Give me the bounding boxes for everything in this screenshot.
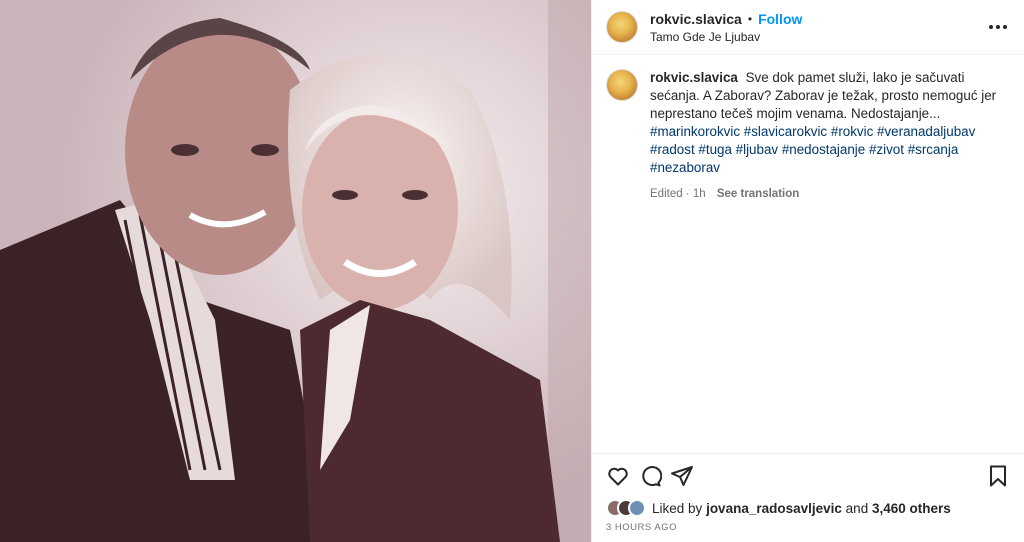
- hashtag[interactable]: #nezaborav: [650, 160, 720, 175]
- hashtag[interactable]: #zivot: [869, 142, 904, 157]
- author-username[interactable]: rokvic.slavica: [650, 11, 742, 27]
- hashtag[interactable]: #slavicarokvic: [744, 124, 827, 139]
- separator-dot: •: [747, 11, 753, 26]
- share-icon[interactable]: [666, 460, 698, 492]
- header-line: rokvic.slavica • Follow: [650, 11, 986, 27]
- header-info: rokvic.slavica • Follow Tamo Gde Je Ljub…: [650, 11, 986, 44]
- follow-button[interactable]: Follow: [758, 11, 802, 27]
- post-header: rokvic.slavica • Follow Tamo Gde Je Ljub…: [592, 0, 1024, 55]
- caption-text-block: rokvic.slavica Sve dok pamet služi, lako…: [650, 69, 1006, 203]
- photo-illustration: [0, 0, 591, 542]
- caption-meta: Edited · 1h See translation: [650, 185, 1006, 203]
- hashtag[interactable]: #tuga: [698, 142, 732, 157]
- hashtag[interactable]: #marinkorokvic: [650, 124, 740, 139]
- post-location[interactable]: Tamo Gde Je Ljubav: [650, 30, 986, 44]
- likes-summary: Liked by jovana_radosavljevic and 3,460 …: [606, 499, 951, 517]
- hashtag[interactable]: #veranadaljubav: [877, 124, 975, 139]
- liked-by-user[interactable]: jovana_radosavljevic: [706, 501, 842, 516]
- action-bar: [592, 453, 1024, 498]
- heart-icon[interactable]: [602, 460, 634, 492]
- see-translation-link[interactable]: See translation: [717, 188, 799, 200]
- caption-hashtags: #marinkorokvic #slavicarokvic #rokvic #v…: [650, 124, 975, 175]
- liked-by-others[interactable]: 3,460 others: [872, 501, 951, 516]
- author-avatar[interactable]: [606, 11, 638, 43]
- caption-username[interactable]: rokvic.slavica: [650, 70, 738, 85]
- liker-avatar: [628, 499, 646, 517]
- liked-by-prefix: Liked by: [652, 500, 703, 516]
- hashtag[interactable]: #rokvic: [831, 124, 873, 139]
- post-caption: rokvic.slavica Sve dok pamet služi, lako…: [592, 55, 1024, 203]
- caption-avatar[interactable]: [606, 69, 638, 101]
- comment-icon[interactable]: [634, 460, 666, 492]
- hashtag[interactable]: #nedostajanje: [782, 142, 865, 157]
- edited-time: Edited · 1h: [650, 188, 706, 200]
- liked-by-and: and: [845, 500, 869, 516]
- bookmark-icon[interactable]: [982, 460, 1014, 492]
- liker-avatars[interactable]: [606, 499, 646, 517]
- post-photo[interactable]: [0, 0, 591, 542]
- hashtag[interactable]: #radost: [650, 142, 695, 157]
- post-timestamp[interactable]: 3 HOURS AGO: [606, 522, 677, 533]
- hashtag[interactable]: #ljubav: [736, 142, 778, 157]
- hashtag[interactable]: #srcanja: [908, 142, 959, 157]
- more-options-icon[interactable]: [986, 15, 1010, 39]
- post-modal: rokvic.slavica • Follow Tamo Gde Je Ljub…: [0, 0, 1024, 542]
- post-side-panel: rokvic.slavica • Follow Tamo Gde Je Ljub…: [591, 0, 1024, 542]
